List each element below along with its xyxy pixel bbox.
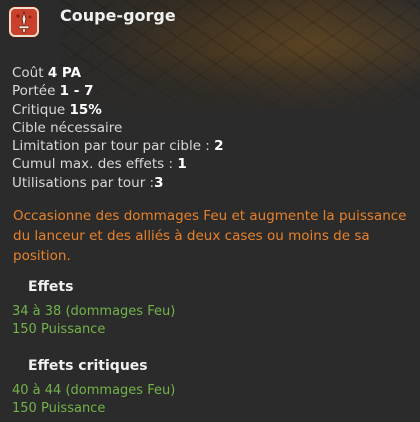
critical-effect-text: (dommages Feu) bbox=[65, 383, 176, 398]
critical-effect-text: Puissance bbox=[40, 401, 106, 416]
stat-per-target-label: Limitation par tour par cible : bbox=[12, 138, 210, 155]
stat-range: Portée 1 - 7 bbox=[12, 82, 224, 100]
stat-range-value: 1 - 7 bbox=[59, 83, 94, 100]
effect-line: 150 Puissance bbox=[12, 322, 105, 337]
bloody-dagger-icon bbox=[9, 7, 39, 37]
stat-cost: Coût 4 PA bbox=[12, 64, 224, 82]
stat-cumul-value: 1 bbox=[177, 156, 187, 173]
critical-effect-line: 40 à 44 (dommages Feu) bbox=[12, 383, 175, 398]
stat-critical: Critique 15% bbox=[12, 101, 224, 119]
stat-target-required: Cible nécessaire bbox=[12, 119, 123, 136]
stat-uses: Utilisations par tour :3 bbox=[12, 174, 224, 192]
effect-value: 150 bbox=[12, 322, 37, 337]
critical-effect-line: 150 Puissance bbox=[12, 401, 105, 416]
spell-stats: Coût 4 PA Portée 1 - 7 Critique 15% Cibl… bbox=[12, 64, 224, 192]
stat-per-target-value: 2 bbox=[214, 138, 224, 155]
effect-value: 34 à 38 bbox=[12, 304, 62, 319]
critical-effect-value: 150 bbox=[12, 401, 37, 416]
stat-cumul: Cumul max. des effets : 1 bbox=[12, 155, 224, 173]
critical-effects-title: Effets critiques bbox=[28, 358, 148, 374]
critical-effect-value: 40 à 44 bbox=[12, 383, 62, 398]
stat-critical-label: Critique bbox=[12, 101, 66, 118]
spell-description: Occasionne des dommages Feu et augmente … bbox=[13, 208, 407, 264]
stat-per-target: Limitation par tour par cible : 2 bbox=[12, 137, 224, 155]
stat-cumul-label: Cumul max. des effets : bbox=[12, 156, 174, 173]
stat-uses-label: Utilisations par tour : bbox=[12, 174, 155, 191]
effect-text: (dommages Feu) bbox=[65, 304, 176, 319]
stat-critical-value: 15% bbox=[69, 101, 102, 118]
effects-title: Effets bbox=[28, 279, 74, 295]
stat-uses-value: 3 bbox=[154, 174, 164, 191]
spell-title: Coupe-gorge bbox=[60, 6, 176, 25]
effect-text: Puissance bbox=[40, 322, 106, 337]
effect-line: 34 à 38 (dommages Feu) bbox=[12, 304, 175, 319]
stat-cost-label: Coût bbox=[12, 65, 44, 81]
stat-cost-value: 4 PA bbox=[47, 65, 82, 81]
stat-range-label: Portée bbox=[12, 83, 56, 100]
